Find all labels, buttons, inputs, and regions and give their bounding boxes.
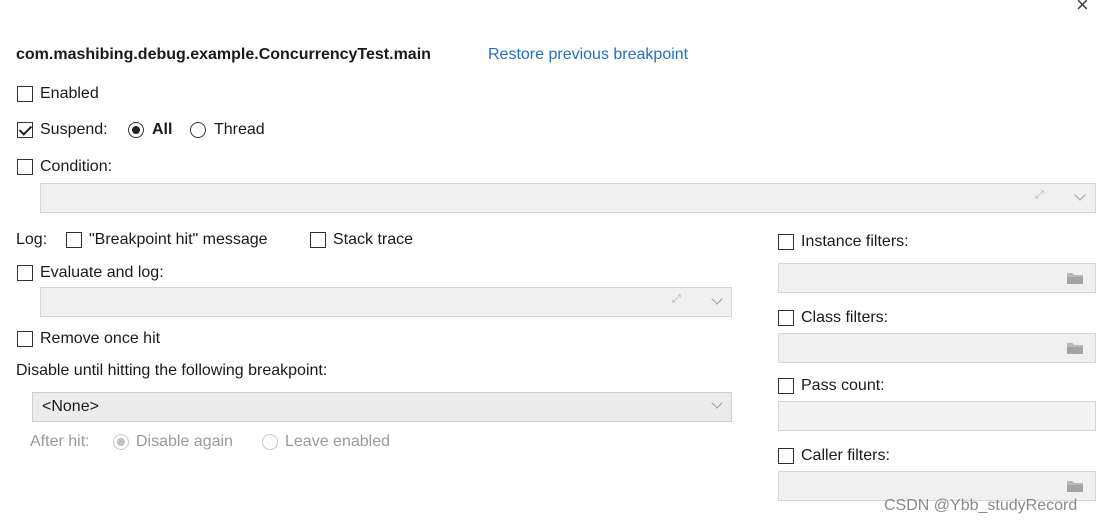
suspend-all-label[interactable]: All [152,120,172,140]
disable-until-label: Disable until hitting the following brea… [16,362,328,379]
instance-filters-checkbox[interactable] [778,234,794,250]
enabled-checkbox[interactable] [17,86,33,102]
disable-again-radio[interactable] [113,434,129,450]
suspend-checkbox[interactable] [17,122,33,138]
condition-label[interactable]: Condition: [40,157,112,177]
pass-count-checkbox[interactable] [778,378,794,394]
instance-filters-label[interactable]: Instance filters: [801,232,909,252]
remove-once-hit-checkbox[interactable] [17,331,33,347]
class-filters-input[interactable] [778,333,1096,363]
expand-icon[interactable]: ⤢ [1035,190,1044,201]
stack-trace-label[interactable]: Stack trace [333,230,413,250]
suspend-all-radio[interactable] [128,122,144,138]
breakpoint-hit-message-checkbox[interactable] [66,232,82,248]
evaluate-and-log-label[interactable]: Evaluate and log: [40,263,164,283]
pass-count-input[interactable] [778,401,1096,431]
breakpoint-hit-message-label[interactable]: "Breakpoint hit" message [89,230,268,250]
watermark: CSDN @Ybb_studyRecord [884,497,1078,514]
disable-again-label[interactable]: Disable again [136,432,233,452]
after-hit-label: After hit: [30,433,90,450]
class-filters-checkbox[interactable] [778,310,794,326]
instance-filters-input[interactable] [778,263,1096,293]
condition-checkbox[interactable] [17,159,33,175]
condition-input[interactable] [40,183,1096,213]
stack-trace-checkbox[interactable] [310,232,326,248]
evaluate-and-log-input[interactable] [40,287,732,317]
suspend-thread-label[interactable]: Thread [214,120,265,140]
breakpoint-title: com.mashibing.debug.example.ConcurrencyT… [16,46,431,63]
remove-once-hit-label[interactable]: Remove once hit [40,329,160,349]
folder-icon[interactable] [1066,271,1084,285]
close-icon[interactable]: × [1076,0,1089,16]
restore-previous-breakpoint-link[interactable]: Restore previous breakpoint [488,45,688,65]
caller-filters-label[interactable]: Caller filters: [801,446,890,466]
leave-enabled-radio[interactable] [262,434,278,450]
leave-enabled-label[interactable]: Leave enabled [285,432,390,452]
disable-until-breakpoint-select[interactable] [32,392,732,422]
disable-until-selected-value: <None> [42,398,99,415]
folder-icon[interactable] [1066,341,1084,355]
suspend-label[interactable]: Suspend: [40,120,108,140]
pass-count-label[interactable]: Pass count: [801,376,885,396]
folder-icon[interactable] [1066,479,1084,493]
caller-filters-checkbox[interactable] [778,448,794,464]
evaluate-and-log-checkbox[interactable] [17,265,33,281]
expand-icon[interactable]: ⤢ [672,294,681,305]
suspend-thread-radio[interactable] [190,122,206,138]
log-label: Log: [16,231,48,248]
class-filters-label[interactable]: Class filters: [801,308,888,328]
enabled-label[interactable]: Enabled [40,84,99,104]
